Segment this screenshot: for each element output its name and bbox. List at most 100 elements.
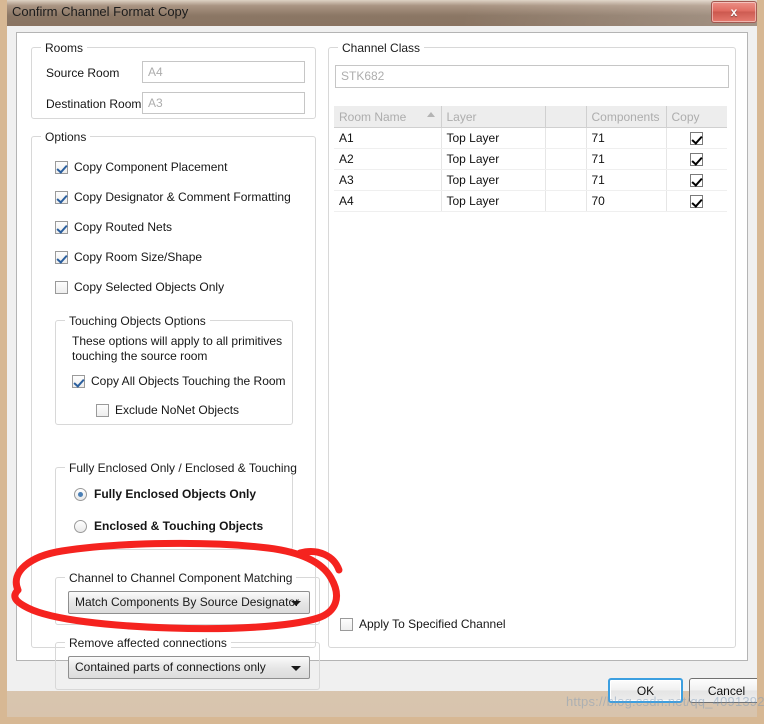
channel-matching-value: Match Components By Source Designator — [75, 595, 300, 609]
radio-fully-enclosed-objects-only[interactable]: Fully Enclosed Objects Only — [74, 487, 256, 501]
checkbox-copy-all-objects-touching-room[interactable]: Copy All Objects Touching the Room — [72, 374, 286, 388]
cell-components: 71 — [586, 127, 667, 149]
title-bar[interactable]: Confirm Channel Format Copy x — [7, 0, 757, 26]
checkbox-exclude-nonet-objects[interactable]: Exclude NoNet Objects — [96, 403, 239, 417]
column-header-layer[interactable]: Layer — [441, 106, 546, 128]
cell-components: 70 — [586, 190, 667, 212]
checkbox-box — [72, 374, 85, 388]
row-copy-checkbox[interactable] — [690, 153, 704, 167]
cancel-button-label: Cancel — [707, 683, 746, 698]
row-copy-checkbox[interactable] — [690, 174, 704, 188]
rooms-group: Rooms Source Room A4 Destination Room A3 — [31, 41, 316, 119]
remove-connections-dropdown[interactable]: Contained parts of connections only — [68, 656, 310, 679]
destination-room-label: Destination Room — [46, 97, 142, 111]
channel-class-legend: Channel Class — [338, 41, 425, 55]
radio-enclosed-and-touching-objects[interactable]: Enclosed & Touching Objects — [74, 519, 263, 533]
cell-spacer — [545, 148, 587, 170]
cell-spacer — [545, 190, 587, 212]
cancel-button[interactable]: Cancel — [689, 678, 757, 703]
checkbox-apply-to-specified-channel[interactable]: Apply To Specified Channel — [340, 617, 506, 631]
sort-ascending-icon — [426, 112, 435, 117]
cell-room-name: A4 — [334, 190, 442, 212]
cell-layer: Top Layer — [441, 148, 546, 170]
checkbox-box — [340, 617, 353, 631]
table-row[interactable]: A1 Top Layer 71 — [334, 127, 727, 149]
fully-enclosed-legend: Fully Enclosed Only / Enclosed & Touchin… — [65, 461, 301, 475]
channel-matching-dropdown[interactable]: Match Components By Source Designator — [68, 591, 310, 614]
checkbox-label: Copy Selected Objects Only — [74, 280, 225, 294]
radio-label: Fully Enclosed Objects Only — [94, 487, 257, 501]
checkbox-copy-designator-comment-formatting[interactable]: Copy Designator & Comment Formatting — [55, 190, 291, 204]
cell-copy[interactable] — [666, 148, 727, 170]
cell-copy[interactable] — [666, 127, 727, 149]
column-header-room-name[interactable]: Room Name — [334, 106, 442, 128]
checkbox-box — [55, 280, 68, 294]
checkbox-label: Copy Routed Nets — [74, 220, 173, 234]
ok-button[interactable]: OK — [608, 678, 683, 703]
cell-copy[interactable] — [666, 169, 727, 191]
channel-matching-group: Channel to Channel Component Matching Ma… — [55, 571, 320, 625]
checkbox-label: Copy Designator & Comment Formatting — [74, 190, 291, 204]
checkbox-label: Copy All Objects Touching the Room — [91, 374, 286, 388]
close-x-icon: x — [730, 5, 738, 19]
window-title: Confirm Channel Format Copy — [12, 4, 189, 19]
source-room-input[interactable]: A4 — [142, 61, 305, 83]
channel-matching-legend: Channel to Channel Component Matching — [65, 571, 297, 585]
cell-layer: Top Layer — [441, 127, 546, 149]
touching-objects-note: These options will apply to all primitiv… — [72, 334, 283, 363]
cell-spacer — [545, 169, 587, 191]
checkbox-label: Copy Room Size/Shape — [74, 250, 203, 264]
channel-class-group: Channel Class STK682 Room Name Layer Com… — [328, 41, 736, 648]
destination-room-input[interactable]: A3 — [142, 92, 305, 114]
cell-spacer — [545, 127, 587, 149]
options-group: Options Copy Component Placement Copy De… — [31, 130, 320, 690]
cell-components: 71 — [586, 148, 667, 170]
checkbox-box — [55, 160, 68, 174]
fully-enclosed-group: Fully Enclosed Only / Enclosed & Touchin… — [55, 461, 301, 550]
touching-objects-legend: Touching Objects Options — [65, 314, 210, 328]
checkbox-box — [55, 190, 68, 204]
remove-connections-value: Contained parts of connections only — [75, 660, 266, 674]
checkbox-label: Apply To Specified Channel — [359, 617, 506, 631]
cell-room-name: A2 — [334, 148, 442, 170]
checkbox-copy-routed-nets[interactable]: Copy Routed Nets — [55, 220, 172, 234]
source-room-label: Source Room — [46, 66, 120, 80]
dialog-client-area: Rooms Source Room A4 Destination Room A3… — [7, 26, 757, 703]
column-header-label: Copy — [671, 109, 700, 124]
column-header-spacer[interactable] — [545, 106, 587, 128]
checkbox-copy-selected-objects-only[interactable]: Copy Selected Objects Only — [55, 280, 224, 294]
channel-class-input[interactable]: STK682 — [335, 65, 729, 88]
table-row[interactable]: A3 Top Layer 71 — [334, 169, 727, 191]
column-header-copy[interactable]: Copy — [666, 106, 727, 128]
chevron-down-icon — [291, 666, 301, 671]
row-copy-checkbox[interactable] — [690, 195, 704, 209]
row-copy-checkbox[interactable] — [690, 132, 704, 146]
content-panel: Rooms Source Room A4 Destination Room A3… — [16, 32, 748, 690]
remove-connections-group: Remove affected connections Contained pa… — [55, 636, 320, 690]
checkbox-label: Copy Component Placement — [74, 160, 228, 174]
column-header-label: Components — [591, 109, 660, 124]
cell-room-name: A3 — [334, 169, 442, 191]
table-row[interactable]: A2 Top Layer 71 — [334, 148, 727, 170]
rooms-legend: Rooms — [41, 41, 88, 55]
checkbox-copy-room-size-shape[interactable]: Copy Room Size/Shape — [55, 250, 202, 264]
table-row[interactable]: A4 Top Layer 70 — [334, 190, 727, 212]
rooms-table: Room Name Layer Components Copy A1 Top L… — [334, 106, 727, 212]
column-header-label: Room Name — [339, 109, 407, 124]
checkbox-copy-component-placement[interactable]: Copy Component Placement — [55, 160, 227, 174]
radio-label: Enclosed & Touching Objects — [94, 519, 264, 533]
cell-room-name: A1 — [334, 127, 442, 149]
radio-dot — [74, 487, 87, 501]
table-header-row: Room Name Layer Components Copy — [334, 106, 727, 128]
checkbox-box — [55, 220, 68, 234]
close-button[interactable]: x — [711, 1, 757, 23]
touching-objects-group: Touching Objects Options These options w… — [55, 314, 293, 425]
dialog-window: Confirm Channel Format Copy x Rooms Sour… — [0, 0, 764, 724]
remove-connections-legend: Remove affected connections — [65, 636, 231, 650]
checkbox-label: Exclude NoNet Objects — [115, 403, 240, 417]
chevron-down-icon — [291, 601, 301, 606]
cell-copy[interactable] — [666, 190, 727, 212]
cell-layer: Top Layer — [441, 169, 546, 191]
column-header-components[interactable]: Components — [586, 106, 667, 128]
checkbox-box — [55, 250, 68, 264]
